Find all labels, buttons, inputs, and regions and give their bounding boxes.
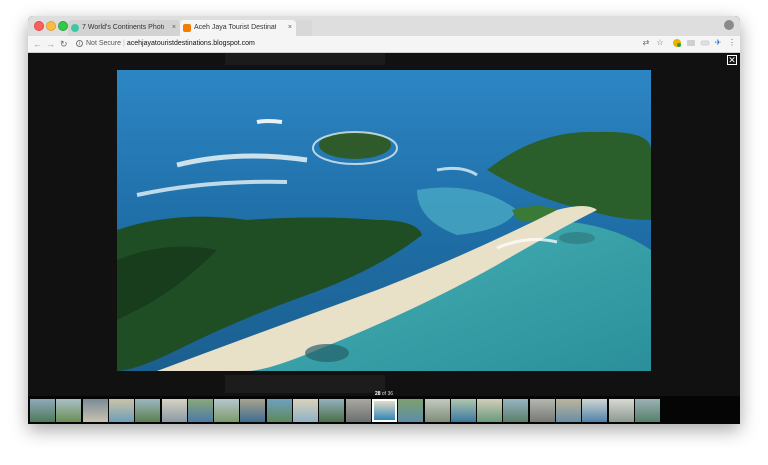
dimmed-background-image (225, 53, 385, 65)
aerial-beach-photo (117, 70, 651, 371)
thumbnail[interactable] (293, 399, 318, 422)
divider: | (123, 40, 125, 47)
thumbnail[interactable] (108, 399, 134, 422)
address-bar[interactable]: i Not Secure | acehjayatouristdestinations.… (76, 38, 636, 50)
reload-icon[interactable]: ↻ (60, 37, 68, 51)
forward-arrow-icon[interactable]: → (46, 37, 55, 51)
thumbnail[interactable] (608, 399, 634, 422)
lightbox-close-button[interactable]: ✕ (727, 55, 737, 65)
thumbnail[interactable] (477, 399, 503, 422)
thumbnail[interactable] (634, 399, 660, 422)
tab-title: 7 World's Continents Photo Coll (82, 24, 164, 31)
window-minimize-button[interactable] (46, 21, 56, 31)
extension-icon[interactable] (686, 38, 696, 48)
tab-continents-photo[interactable]: 7 World's Continents Photo Coll × (68, 20, 180, 36)
thumbnail[interactable] (135, 399, 161, 422)
thumbnail[interactable] (319, 399, 345, 422)
thumbnail-active[interactable] (371, 399, 397, 422)
thumbnail[interactable] (30, 399, 55, 422)
new-tab-button[interactable] (296, 20, 312, 36)
window-zoom-button[interactable] (58, 21, 68, 31)
window-close-button[interactable] (34, 21, 44, 31)
airplane-extension-icon[interactable]: ✈ (713, 38, 723, 48)
thumbnail[interactable] (398, 399, 424, 422)
translate-icon[interactable]: ⇄ (641, 38, 651, 48)
thumbnail[interactable] (529, 399, 555, 422)
thumbnail[interactable] (503, 399, 529, 422)
thumbnail[interactable] (214, 399, 240, 422)
thumbnail[interactable] (450, 399, 476, 422)
back-arrow-icon[interactable]: ← (33, 37, 42, 51)
tab-close-icon[interactable]: × (172, 20, 176, 36)
tab-close-icon[interactable]: × (288, 20, 292, 36)
thumbnail[interactable] (161, 399, 187, 422)
thumbnail[interactable] (240, 399, 266, 422)
thumbnail[interactable] (266, 399, 292, 422)
thumbnail[interactable] (345, 399, 371, 422)
globe-favicon-icon (71, 24, 79, 32)
menu-kebab-icon[interactable]: ⋮ (727, 38, 737, 48)
thumbnail[interactable] (56, 399, 82, 422)
thumbnail[interactable] (424, 399, 450, 422)
extension-icon[interactable] (700, 38, 710, 48)
extension-icon[interactable] (672, 38, 682, 48)
main-photo (117, 70, 651, 371)
security-label: Not Secure (86, 40, 122, 47)
profile-avatar-icon[interactable] (724, 20, 734, 30)
browser-toolbar: ← → ↻ i Not Secure | acehjayatouristdestina… (28, 36, 740, 53)
tab-aceh-jaya[interactable]: Aceh Jaya Tourist Destinations × (180, 20, 296, 36)
star-bookmark-icon[interactable]: ☆ (655, 38, 665, 48)
thumbnail[interactable] (187, 399, 213, 422)
lightbox-viewer: ✕ (28, 53, 740, 396)
thumbnail[interactable] (556, 399, 581, 422)
tab-title: Aceh Jaya Tourist Destinations (194, 24, 276, 31)
thumbnail[interactable] (582, 399, 608, 422)
thumbnail-strip (28, 396, 740, 424)
blogger-favicon-icon (183, 24, 191, 32)
url-text: acehjayatouristdestinations.blogspot.com (126, 40, 255, 47)
browser-window: 7 World's Continents Photo Coll × Aceh J… (28, 16, 740, 424)
thumbnail[interactable] (82, 399, 108, 422)
tab-bar: 7 World's Continents Photo Coll × Aceh J… (28, 16, 740, 36)
info-icon[interactable]: i (76, 39, 83, 47)
